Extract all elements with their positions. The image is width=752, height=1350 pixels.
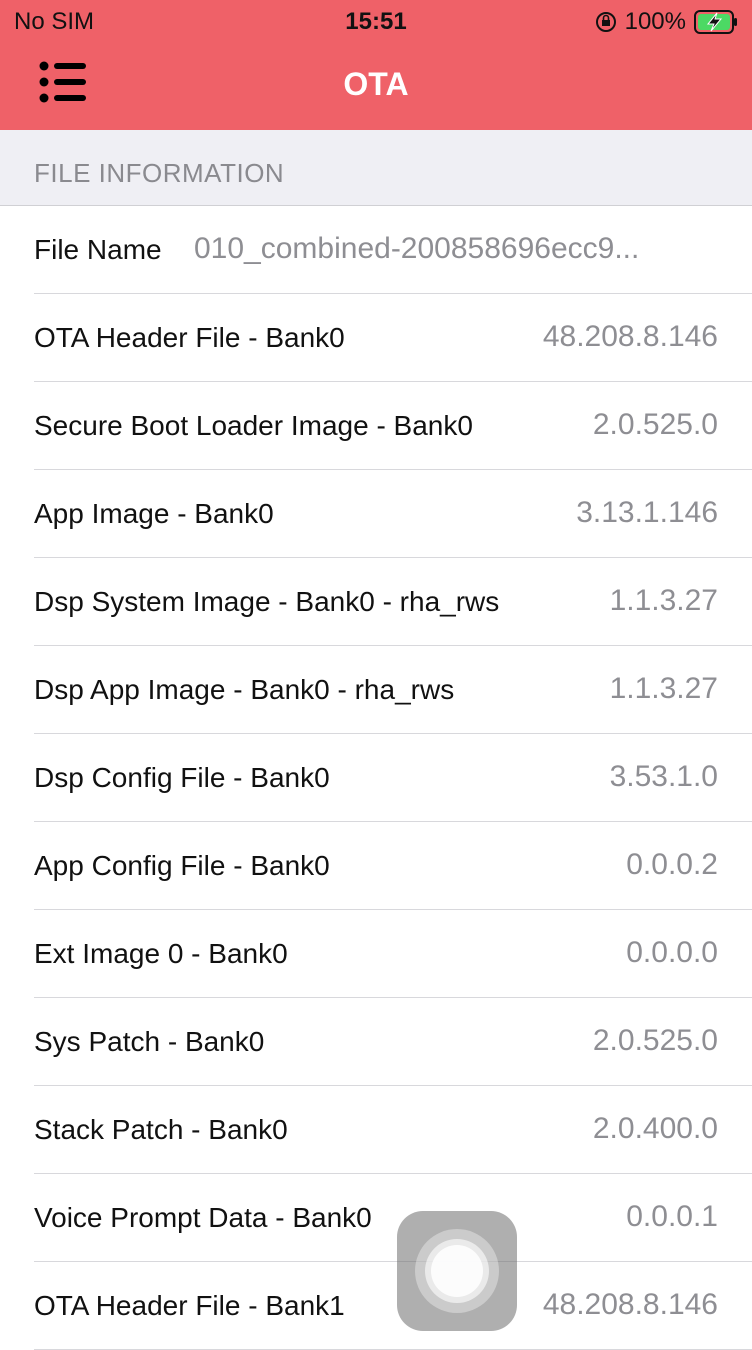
list-item[interactable]: App Image - Bank0 3.13.1.146 <box>0 470 752 558</box>
row-value: 1.1.3.27 <box>609 672 718 705</box>
row-value: 48.208.8.146 <box>542 1288 718 1321</box>
row-value: 2.0.525.0 <box>592 408 718 441</box>
row-label: App Config File - Bank0 <box>34 850 330 881</box>
assistive-touch-icon[interactable] <box>397 1211 517 1331</box>
nav-bar: OTA <box>0 44 752 130</box>
row-label: App Image - Bank0 <box>34 498 274 529</box>
list-item[interactable]: App Config File - Bank0 0.0.0.2 <box>0 822 752 910</box>
status-right: 100% <box>595 8 738 36</box>
list-item[interactable]: OTA Header File - Bank1 48.208.8.146 <box>0 1262 752 1350</box>
list-item[interactable]: Dsp App Image - Bank0 - rha_rws 1.1.3.27 <box>0 646 752 734</box>
list-item[interactable]: Secure Boot Loader Image - Bank0 2.0.525… <box>0 382 752 470</box>
row-value: 2.0.400.0 <box>592 1112 718 1145</box>
list-item[interactable]: Ext Image 0 - Bank0 0.0.0.0 <box>0 910 752 998</box>
list-item[interactable]: OTA Header File - Bank0 48.208.8.146 <box>0 294 752 382</box>
row-label: OTA Header File - Bank1 <box>34 1290 345 1321</box>
file-info-list: File Name 010_combined-200858696ecc9... … <box>0 206 752 1350</box>
status-bar: No SIM 15:51 100% <box>0 0 752 44</box>
list-item[interactable]: Dsp Config File - Bank0 3.53.1.0 <box>0 734 752 822</box>
row-value: 0.0.0.2 <box>626 848 718 881</box>
header: No SIM 15:51 100% OTA <box>0 0 752 130</box>
battery-percent: 100% <box>624 8 686 35</box>
list-item[interactable]: Sys Patch - Bank0 2.0.525.0 <box>0 998 752 1086</box>
row-value: 2.0.525.0 <box>592 1024 718 1057</box>
row-value: 3.13.1.146 <box>576 496 718 529</box>
page-title: OTA <box>343 66 409 102</box>
section-title: FILE INFORMATION <box>34 158 285 188</box>
row-label: Secure Boot Loader Image - Bank0 <box>34 410 473 441</box>
row-value: 3.53.1.0 <box>609 760 718 793</box>
row-value: 0.0.0.1 <box>626 1200 718 1233</box>
battery-charging-icon <box>694 10 737 34</box>
row-value: 010_combined-200858696ecc9... <box>194 232 640 265</box>
row-value: 48.208.8.146 <box>542 320 718 353</box>
assistive-touch-ring-inner <box>431 1245 483 1297</box>
row-label: Ext Image 0 - Bank0 <box>34 938 288 969</box>
list-item[interactable]: Voice Prompt Data - Bank0 0.0.0.1 <box>0 1174 752 1262</box>
row-label: Dsp App Image - Bank0 - rha_rws <box>34 674 455 705</box>
row-value: 1.1.3.27 <box>609 584 718 617</box>
row-label: Dsp Config File - Bank0 <box>34 762 330 793</box>
row-value: 0.0.0.0 <box>626 936 718 969</box>
section-header: FILE INFORMATION <box>0 130 752 206</box>
row-label: OTA Header File - Bank0 <box>34 322 345 353</box>
list-item[interactable]: Stack Patch - Bank0 2.0.400.0 <box>0 1086 752 1174</box>
row-label: File Name <box>34 234 162 265</box>
list-item-file-name[interactable]: File Name 010_combined-200858696ecc9... <box>0 206 752 294</box>
row-label: Stack Patch - Bank0 <box>34 1114 288 1145</box>
list-item[interactable]: Dsp System Image - Bank0 - rha_rws 1.1.3… <box>0 558 752 646</box>
row-label: Voice Prompt Data - Bank0 <box>34 1202 372 1233</box>
row-label: Sys Patch - Bank0 <box>34 1026 265 1057</box>
orientation-lock-icon <box>595 12 616 32</box>
row-label: Dsp System Image - Bank0 - rha_rws <box>34 586 500 617</box>
